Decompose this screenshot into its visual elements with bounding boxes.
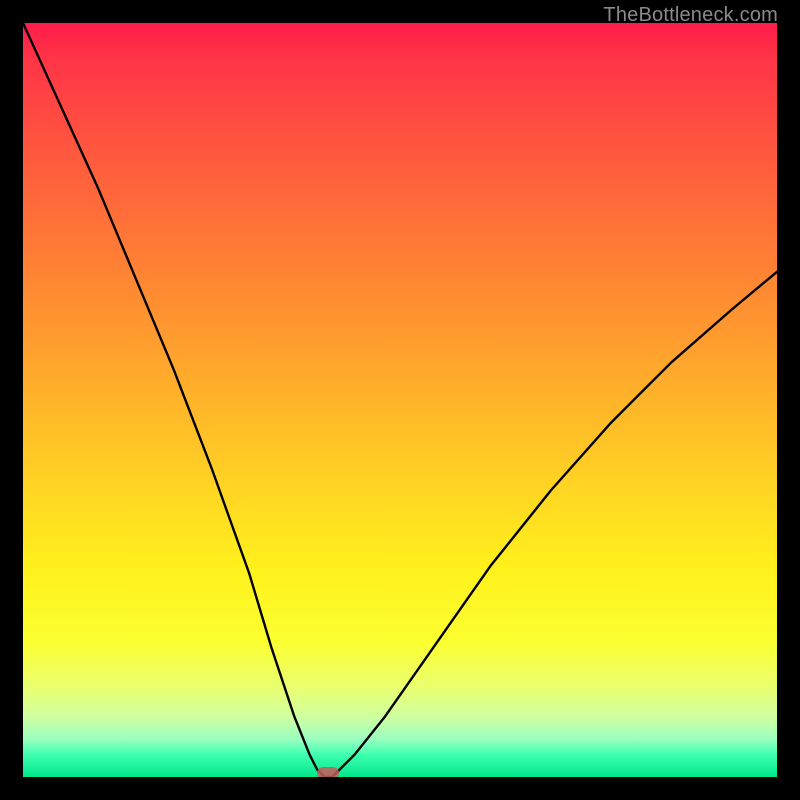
bottleneck-curve	[23, 23, 777, 777]
plot-area	[23, 23, 777, 777]
watermark-text: TheBottleneck.com	[603, 4, 778, 27]
chart-frame: TheBottleneck.com	[0, 0, 800, 800]
optimal-point-marker	[317, 767, 339, 777]
